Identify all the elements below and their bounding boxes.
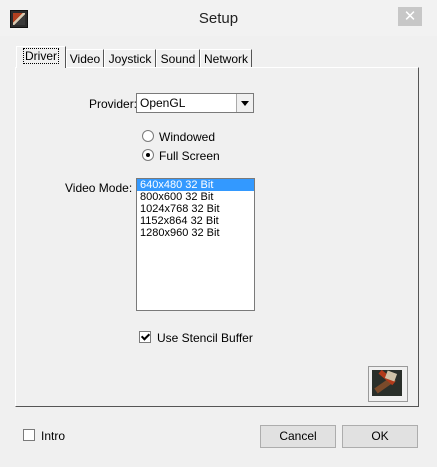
close-button[interactable]: ✕ xyxy=(398,7,422,26)
tab-driver[interactable]: Driver xyxy=(16,46,66,68)
chevron-down-icon[interactable] xyxy=(236,94,253,112)
cancel-button[interactable]: Cancel xyxy=(260,425,336,448)
stencil-checkbox[interactable] xyxy=(139,331,151,343)
tab-label: Video xyxy=(69,52,101,66)
tab-label: Network xyxy=(203,52,248,66)
intro-checkbox[interactable] xyxy=(23,429,35,441)
video-mode-label: Video Mode: xyxy=(65,181,133,195)
list-item[interactable]: 1024x768 32 Bit xyxy=(137,203,254,215)
tab-label: Sound xyxy=(160,52,196,66)
logo-button[interactable] xyxy=(368,366,408,402)
close-icon: ✕ xyxy=(403,7,417,25)
windowed-label[interactable]: Windowed xyxy=(159,130,215,144)
tab-sound[interactable]: Sound xyxy=(156,49,200,68)
fullscreen-radio[interactable] xyxy=(142,149,154,161)
setup-window: Setup ✕ Driver Video Joystick Sound Netw… xyxy=(0,0,437,467)
window-title: Setup xyxy=(198,10,239,27)
stencil-label[interactable]: Use Stencil Buffer xyxy=(157,331,253,345)
list-item[interactable]: 1280x960 32 Bit xyxy=(137,227,254,239)
ok-button[interactable]: OK xyxy=(342,425,418,448)
list-item[interactable]: 640x480 32 Bit xyxy=(137,179,254,191)
tab-video[interactable]: Video xyxy=(66,49,104,68)
intro-label[interactable]: Intro xyxy=(41,429,65,443)
title-bar[interactable]: Setup ✕ xyxy=(0,0,437,36)
provider-select[interactable]: OpenGL xyxy=(136,93,254,113)
tab-joystick[interactable]: Joystick xyxy=(104,49,156,68)
tab-network[interactable]: Network xyxy=(200,49,252,68)
video-mode-list[interactable]: 640x480 32 Bit 800x600 32 Bit 1024x768 3… xyxy=(136,178,255,311)
provider-value: OpenGL xyxy=(140,96,186,110)
tab-label: Joystick xyxy=(108,52,152,66)
fullscreen-label[interactable]: Full Screen xyxy=(159,149,220,163)
windowed-radio[interactable] xyxy=(142,130,154,142)
tab-label: Driver xyxy=(23,48,59,64)
provider-label: Provider: xyxy=(89,97,138,111)
game-logo-icon xyxy=(372,370,402,396)
list-item[interactable]: 800x600 32 Bit xyxy=(137,191,254,203)
list-item[interactable]: 1152x864 32 Bit xyxy=(137,215,254,227)
